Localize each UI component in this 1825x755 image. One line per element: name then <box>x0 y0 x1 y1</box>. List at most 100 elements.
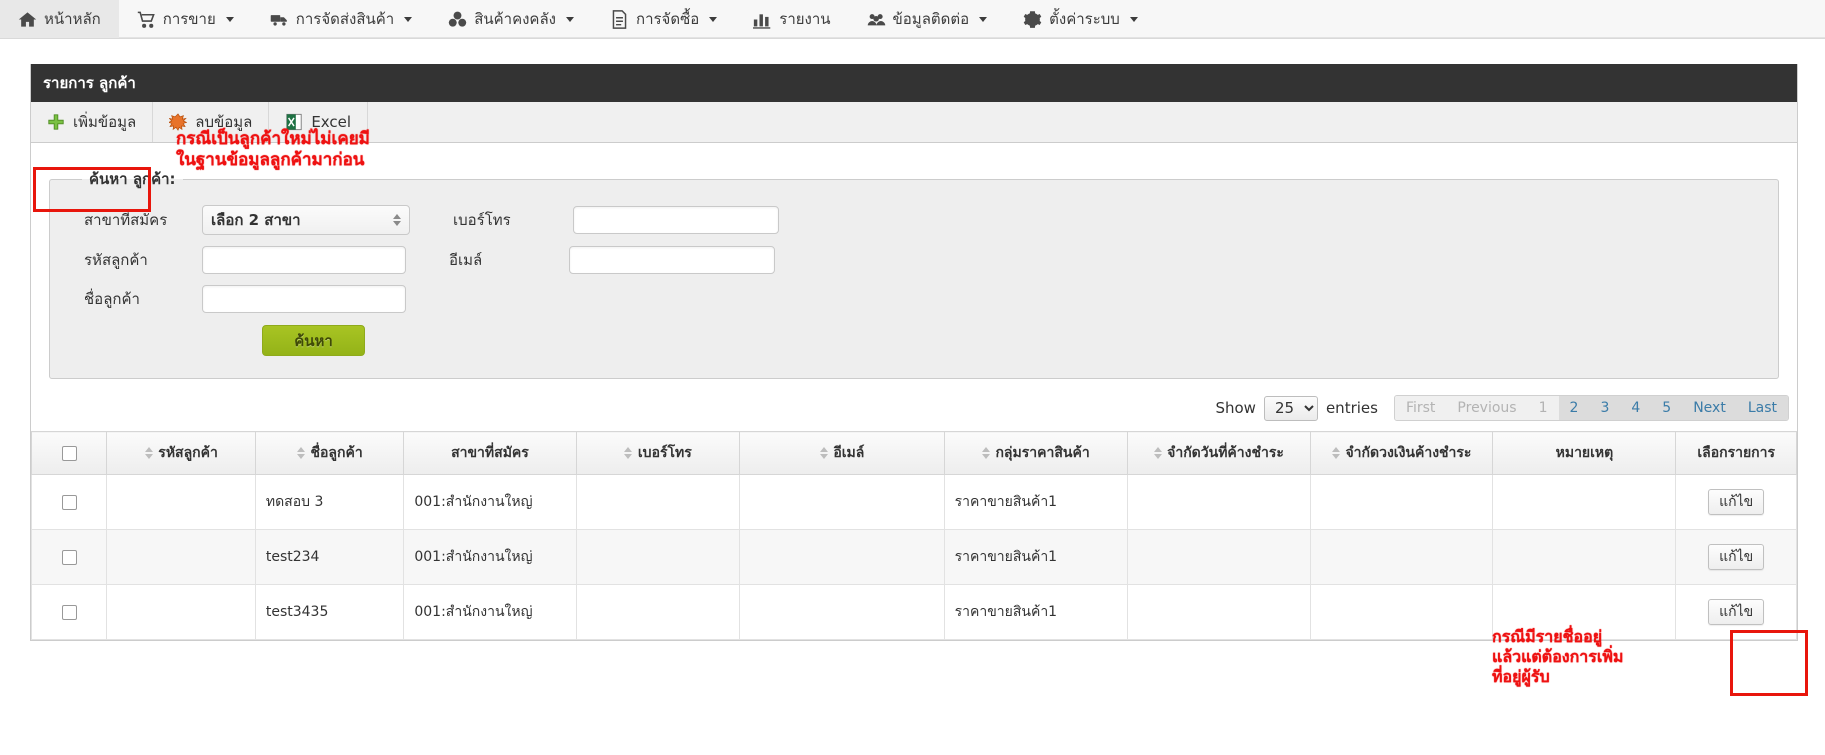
customer-code-input[interactable] <box>202 246 406 274</box>
branch-label: สาขาที่สมัคร <box>84 211 168 229</box>
customer-name-label: ชื่อลูกค้า <box>84 290 140 308</box>
nav-item-reports-label: รายงาน <box>779 10 831 28</box>
page-5-button[interactable]: 5 <box>1651 396 1683 420</box>
row-checkbox[interactable] <box>61 494 77 510</box>
cell-customer-name: test234 <box>254 529 405 585</box>
nav-item-purchasing[interactable]: การจัดซื้อ <box>592 0 735 38</box>
cell-customer-name: ทดสอบ 3 <box>254 474 405 530</box>
row-checkbox[interactable] <box>61 604 77 620</box>
header-price-group[interactable]: กลุ่มราคาสินค้า <box>944 431 1128 475</box>
edit-button[interactable]: แก้ไข <box>1708 599 1765 625</box>
search-row-2: รหัสลูกค้า อีเมล์ <box>66 246 1762 274</box>
nav-item-reports[interactable]: รายงาน <box>735 0 848 38</box>
header-phone[interactable]: เบอร์โทร <box>576 431 741 475</box>
nav-item-sales-label: การขาย <box>162 10 216 28</box>
cell-actions: แก้ไข <box>1675 529 1797 585</box>
cell-phone <box>575 529 741 585</box>
bar-chart-icon <box>753 10 772 29</box>
add-record-button[interactable]: เพิ่มข้อมูล <box>31 102 154 142</box>
sort-icon <box>297 447 306 459</box>
page-first-button[interactable]: First <box>1394 396 1447 420</box>
header-actions: เลือกรายการ <box>1675 431 1797 475</box>
cell-overdue-days <box>1126 474 1311 530</box>
page-previous-button[interactable]: Previous <box>1446 396 1528 420</box>
customer-table: รหัสลูกค้า ชื่อลูกค้า สาขาที่สมัคร เบอร์… <box>30 431 1797 640</box>
chevron-down-icon <box>404 16 413 22</box>
header-note[interactable]: หมายเหตุ <box>1492 431 1677 475</box>
plus-icon <box>47 113 65 131</box>
page-title: รายการ ลูกค้า <box>43 74 136 92</box>
sort-icon <box>624 447 633 459</box>
header-customer-code[interactable]: รหัสลูกค้า <box>106 431 256 475</box>
page-last-button[interactable]: Last <box>1736 396 1788 420</box>
panel-header: รายการ ลูกค้า <box>31 64 1797 102</box>
header-overdue-limit[interactable]: จำกัดวงเงินค้างชำระ <box>1310 431 1494 475</box>
chevron-down-icon <box>979 16 988 22</box>
page-2-button[interactable]: 2 <box>1558 396 1590 420</box>
branch-select-value: เลือก 2 สาขา <box>211 211 301 229</box>
phone-label: เบอร์โทร <box>453 211 511 229</box>
cell-price-group: ราคาขายสินค้า1 <box>943 584 1128 640</box>
cart-icon <box>137 10 156 29</box>
select-arrows-icon <box>393 214 401 226</box>
page-3-button[interactable]: 3 <box>1589 396 1621 420</box>
branch-select[interactable]: เลือก 2 สาขา <box>202 205 410 235</box>
cell-overdue-limit <box>1309 529 1494 585</box>
search-submit-button[interactable]: ค้นหา <box>262 325 365 356</box>
page-4-button[interactable]: 4 <box>1620 396 1652 420</box>
cell-phone <box>575 474 741 530</box>
cell-overdue-days <box>1126 529 1311 585</box>
cell-phone <box>575 584 741 640</box>
cell-actions: แก้ไข <box>1675 584 1797 640</box>
page-next-button[interactable]: Next <box>1682 396 1737 420</box>
chevron-down-icon <box>1129 16 1138 22</box>
cell-note <box>1492 529 1677 585</box>
cell-overdue-limit <box>1309 474 1494 530</box>
nav-item-inventory[interactable]: สินค้าคงคลัง <box>430 0 592 38</box>
cell-email <box>739 584 945 640</box>
search-fieldset: ค้นหา ลูกค้า: สาขาที่สมัคร เลือก 2 สาขา … <box>49 167 1779 379</box>
cell-price-group: ราคาขายสินค้า1 <box>943 529 1128 585</box>
gear-icon <box>1023 10 1042 29</box>
header-customer-name-label: ชื่อลูกค้า <box>310 445 363 461</box>
cell-branch: 001:สำนักงานใหญ่ <box>403 584 577 640</box>
show-label: Show <box>1215 399 1256 417</box>
nav-item-settings[interactable]: ตั้งค่าระบบ <box>1005 0 1156 38</box>
header-overdue-days[interactable]: จำกัดวันที่ค้างชำระ <box>1127 431 1311 475</box>
row-select-cell[interactable] <box>30 584 108 640</box>
row-select-cell[interactable] <box>30 529 108 585</box>
edit-button[interactable]: แก้ไข <box>1708 544 1765 570</box>
header-customer-name[interactable]: ชื่อลูกค้า <box>255 431 405 475</box>
nav-item-home[interactable]: หน้าหลัก <box>0 0 119 38</box>
email-input[interactable] <box>569 246 775 274</box>
boxes-icon <box>448 10 467 29</box>
phone-input[interactable] <box>573 206 779 234</box>
nav-item-shipping[interactable]: การจัดส่งสินค้า <box>252 0 430 38</box>
header-overdue-limit-label: จำกัดวงเงินค้างชำระ <box>1345 445 1472 461</box>
truck-icon <box>270 10 289 29</box>
header-note-label: หมายเหตุ <box>1555 445 1614 461</box>
nav-item-purchasing-label: การจัดซื้อ <box>635 10 700 28</box>
page-1-button[interactable]: 1 <box>1527 396 1559 420</box>
row-checkbox[interactable] <box>61 549 77 565</box>
header-actions-label: เลือกรายการ <box>1697 445 1776 461</box>
edit-annotation-text: กรณีมีรายชื่ออยู่ แล้วแต่ต้องการเพิ่ม ที… <box>1492 627 1624 686</box>
chevron-down-icon <box>709 16 718 22</box>
nav-item-inventory-label: สินค้าคงคลัง <box>474 10 556 28</box>
search-legend: ค้นหา ลูกค้า: <box>89 170 176 188</box>
nav-item-settings-label: ตั้งค่าระบบ <box>1049 10 1120 28</box>
nav-item-contacts[interactable]: ข้อมูลติดต่อ <box>849 0 1006 38</box>
header-email[interactable]: อีเมล์ <box>739 431 945 475</box>
table-paging-controls: Show 25 entries First Previous 1 2 3 4 5… <box>31 389 1797 431</box>
select-all-checkbox[interactable] <box>61 445 77 461</box>
row-select-cell[interactable] <box>30 474 108 530</box>
add-annotation-text: กรณีเป็นลูกค้าใหม่ไม่เคยมี ในฐานข้อมูลลู… <box>176 129 370 170</box>
sort-icon <box>144 447 153 459</box>
edit-button[interactable]: แก้ไข <box>1708 489 1765 515</box>
customer-name-input[interactable] <box>202 285 406 313</box>
header-select-all[interactable] <box>30 431 108 475</box>
nav-item-sales[interactable]: การขาย <box>119 0 252 38</box>
header-branch[interactable]: สาขาที่สมัคร <box>403 431 577 475</box>
page-length-select[interactable]: 25 <box>1263 395 1318 421</box>
cell-note <box>1492 474 1677 530</box>
